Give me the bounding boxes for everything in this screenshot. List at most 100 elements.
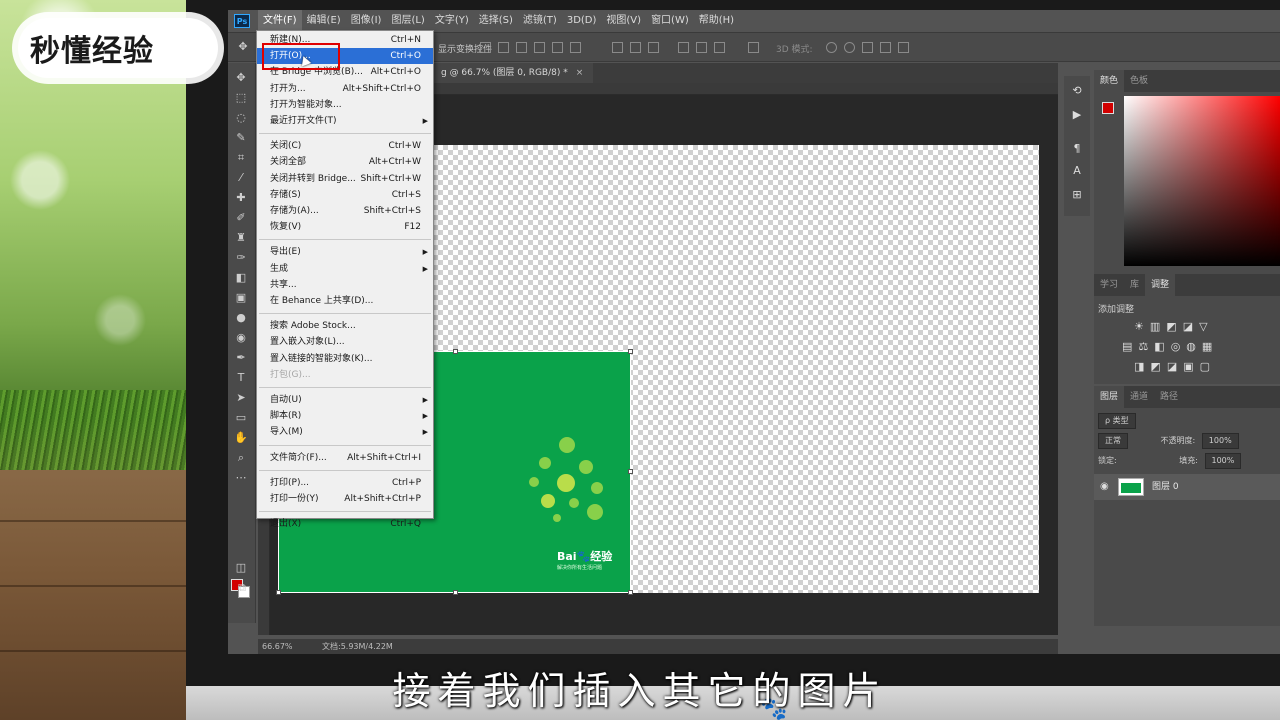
layer-row[interactable]: ◉ 图层 0	[1094, 474, 1280, 500]
menu-select[interactable]: 选择(S)	[474, 10, 518, 32]
brush-tool-icon[interactable]: ✐	[234, 211, 248, 225]
file-menu-item[interactable]: 恢复(V) F12	[257, 219, 433, 235]
tab-paths[interactable]: 路径	[1154, 386, 1184, 408]
black-white-icon[interactable]: ◧	[1154, 340, 1164, 353]
distribute-icon[interactable]	[630, 42, 641, 53]
path-select-tool-icon[interactable]: ➤	[234, 391, 248, 405]
properties-icon[interactable]: ⊞	[1070, 188, 1084, 202]
posterize-icon[interactable]: ◩	[1150, 360, 1160, 373]
file-menu-item[interactable]: 导出(E) ▶	[257, 244, 433, 260]
menu-view[interactable]: 视图(V)	[601, 10, 646, 32]
file-menu-item[interactable]: 置入嵌入对象(L)...	[257, 334, 433, 350]
marquee-tool-icon[interactable]: ⬚	[234, 91, 248, 105]
3d-slide-icon[interactable]	[880, 42, 891, 53]
menu-layer[interactable]: 图层(L)	[386, 10, 429, 32]
layer-name[interactable]: 图层 0	[1152, 474, 1179, 500]
file-menu-item[interactable]: 导入(M) ▶	[257, 424, 433, 440]
levels-icon[interactable]: ▥	[1150, 320, 1160, 333]
rectangle-tool-icon[interactable]: ▭	[234, 411, 248, 425]
tab-learn[interactable]: 学习	[1094, 274, 1124, 296]
move-tool-icon[interactable]: ✥	[236, 40, 250, 54]
zoom-tool-icon[interactable]: ⌕	[234, 451, 248, 465]
channel-mixer-icon[interactable]: ◍	[1186, 340, 1196, 353]
healing-brush-tool-icon[interactable]: ✚	[234, 191, 248, 205]
pen-tool-icon[interactable]: ✒	[234, 351, 248, 365]
tab-adjustments[interactable]: 调整	[1145, 274, 1176, 296]
actions-icon[interactable]: ▶	[1070, 108, 1084, 122]
file-menu-item[interactable]: 置入链接的智能对象(K)...	[257, 351, 433, 367]
transform-handle[interactable]	[276, 590, 281, 595]
tab-swatches[interactable]: 色板	[1124, 70, 1154, 92]
close-icon[interactable]: ×	[576, 68, 584, 78]
menu-help[interactable]: 帮助(H)	[694, 10, 739, 32]
file-menu-item[interactable]: 打开为... Alt+Shift+Ctrl+O	[257, 81, 433, 97]
paragraph-icon[interactable]: ¶	[1070, 142, 1084, 156]
menu-file[interactable]: 文件(F)	[258, 10, 302, 32]
distribute-icon[interactable]	[678, 42, 689, 53]
transform-handle[interactable]	[628, 590, 633, 595]
distribute-icon[interactable]	[648, 42, 659, 53]
align-top-icon[interactable]	[534, 42, 545, 53]
distribute-icon[interactable]	[612, 42, 623, 53]
eyedropper-tool-icon[interactable]: ⁄	[234, 171, 248, 185]
screen-mode-icon[interactable]: ⧉	[235, 581, 249, 595]
menu-edit[interactable]: 编辑(E)	[302, 10, 346, 32]
transform-handle[interactable]	[628, 349, 633, 354]
brightness-icon[interactable]: ☀	[1134, 320, 1144, 333]
file-menu-item[interactable]: 搜索 Adobe Stock...	[257, 318, 433, 334]
color-lookup-icon[interactable]: ▦	[1202, 340, 1212, 353]
hand-tool-icon[interactable]: ✋	[234, 431, 248, 445]
opacity-field[interactable]: 100%	[1201, 433, 1239, 449]
character-icon[interactable]: A	[1070, 164, 1084, 178]
file-menu-item[interactable]: 文件简介(F)... Alt+Shift+Ctrl+I	[257, 450, 433, 466]
menu-filter[interactable]: 滤镜(T)	[518, 10, 562, 32]
hue-saturation-icon[interactable]: ▤	[1122, 340, 1132, 353]
3d-scale-icon[interactable]	[898, 42, 909, 53]
history-icon[interactable]: ⟲	[1070, 84, 1084, 98]
gradient-map-icon[interactable]: ▣	[1183, 360, 1193, 373]
history-brush-tool-icon[interactable]: ✑	[234, 251, 248, 265]
menu-image[interactable]: 图像(I)	[346, 10, 387, 32]
color-balance-icon[interactable]: ⚖	[1138, 340, 1148, 353]
invert-icon[interactable]: ◨	[1134, 360, 1144, 373]
3d-roll-icon[interactable]	[844, 42, 855, 53]
file-menu-item[interactable]: 最近打开文件(T) ▶	[257, 113, 433, 129]
file-menu-item[interactable]: 打印一份(Y) Alt+Shift+Ctrl+P	[257, 491, 433, 507]
blend-mode-select[interactable]: 正常	[1098, 433, 1128, 449]
menu-window[interactable]: 窗口(W)	[646, 10, 694, 32]
file-menu-item[interactable]: 自动(U) ▶	[257, 392, 433, 408]
tab-color[interactable]: 颜色	[1094, 70, 1125, 92]
selective-color-icon[interactable]: ▢	[1200, 360, 1210, 373]
crop-tool-icon[interactable]: ⌗	[234, 151, 248, 165]
curves-icon[interactable]: ◩	[1166, 320, 1176, 333]
file-menu-item[interactable]: 关闭全部 Alt+Ctrl+W	[257, 154, 433, 170]
align-middle-icon[interactable]	[552, 42, 563, 53]
quick-select-tool-icon[interactable]: ✎	[234, 131, 248, 145]
document-tab[interactable]: g @ 66.7% (图层 0, RGB/8) * ×	[433, 63, 594, 83]
file-menu-item[interactable]: 在 Behance 上共享(D)...	[257, 293, 433, 309]
tab-channels[interactable]: 通道	[1124, 386, 1154, 408]
tab-layers[interactable]: 图层	[1094, 386, 1125, 408]
document-size[interactable]: 文档:5.93M/4.22M	[322, 639, 393, 654]
file-menu-item[interactable]: 退出(X) Ctrl+Q	[257, 516, 433, 532]
threshold-icon[interactable]: ◪	[1167, 360, 1177, 373]
align-right-icon[interactable]	[516, 42, 527, 53]
file-menu-item[interactable]: 共享...	[257, 277, 433, 293]
3d-rotate-icon[interactable]	[826, 42, 837, 53]
file-menu-item[interactable]: 脚本(R) ▶	[257, 408, 433, 424]
quick-mask-icon[interactable]: ◫	[234, 561, 248, 575]
transform-handle[interactable]	[453, 590, 458, 595]
menu-3d[interactable]: 3D(D)	[562, 10, 602, 32]
file-menu-item[interactable]: 打印(P)... Ctrl+P	[257, 475, 433, 491]
foreground-color-swatch[interactable]	[1102, 102, 1114, 114]
distribute-icon[interactable]	[714, 42, 725, 53]
file-menu-item[interactable]: 关闭并转到 Bridge... Shift+Ctrl+W	[257, 171, 433, 187]
move-tool-icon[interactable]: ✥	[234, 71, 248, 85]
vibrance-icon[interactable]: ▽	[1199, 320, 1207, 333]
visibility-eye-icon[interactable]: ◉	[1100, 481, 1109, 492]
file-menu-item[interactable]: 存储为(A)... Shift+Ctrl+S	[257, 203, 433, 219]
lasso-tool-icon[interactable]: ◌	[234, 111, 248, 125]
color-picker-field[interactable]	[1124, 96, 1280, 266]
tab-libraries[interactable]: 库	[1124, 274, 1145, 296]
align-bottom-icon[interactable]	[570, 42, 581, 53]
